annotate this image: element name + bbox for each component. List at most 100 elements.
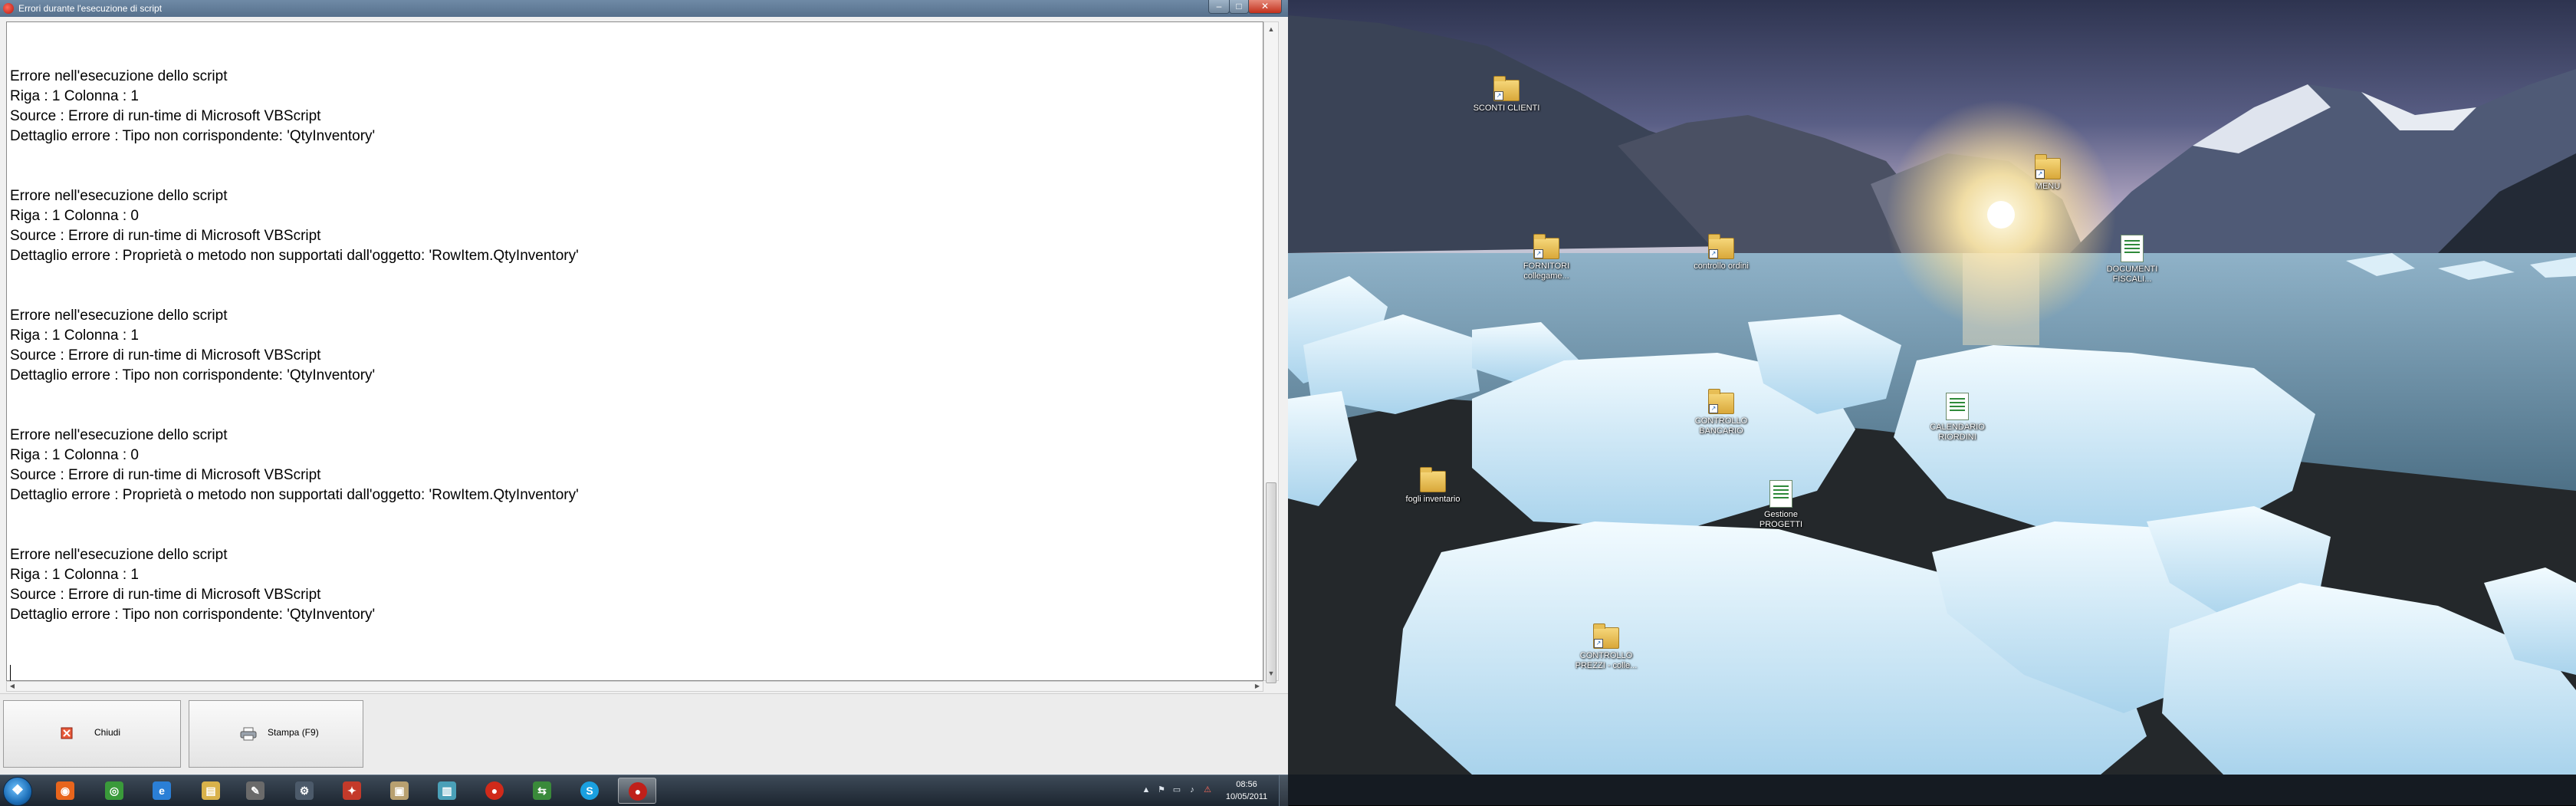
- error-entry: Errore nell'esecuzione dello script Riga…: [10, 306, 1237, 426]
- error-position: Riga : 1 Colonna : 1: [10, 567, 139, 583]
- error-heading: Errore nell'esecuzione dello script: [10, 68, 228, 84]
- settings-icon: ⚙: [295, 781, 314, 800]
- taskbar-app-10[interactable]: ●: [475, 778, 514, 804]
- maximize-button[interactable]: □: [1229, 0, 1249, 14]
- desktop[interactable]: ↗ SCONTI CLIENTI ↗ MENU ↗ FORNITORI coll…: [1288, 0, 2576, 775]
- error-source: Source : Errore di run-time di Microsoft…: [10, 587, 321, 603]
- desktop-icon-label: CONTROLLO BANCARIO: [1694, 416, 1748, 436]
- print-button[interactable]: Stampa (F9): [189, 700, 363, 768]
- horizontal-scrollbar[interactable]: ◀ ▶: [6, 681, 1263, 692]
- desktop-icon-documenti-fiscali[interactable]: DOCUMENTI FISCALI...: [2098, 235, 2167, 285]
- folder-icon: ↗: [1533, 234, 1559, 259]
- taskbar-app-tools[interactable]: ✎: [236, 778, 274, 804]
- star-icon: ✦: [343, 781, 361, 800]
- sync-icon: ⇆: [533, 781, 551, 800]
- error-heading: Errore nell'esecuzione dello script: [10, 547, 228, 563]
- scroll-left-icon[interactable]: ◀: [7, 682, 18, 691]
- printer-icon: [240, 727, 257, 741]
- error-position: Riga : 1 Colonna : 1: [10, 327, 139, 344]
- script-error-icon: ●: [629, 782, 647, 801]
- taskbar-app-chrome[interactable]: ◎: [95, 778, 133, 804]
- title-bar[interactable]: Errori durante l'esecuzione di script – …: [0, 0, 1288, 17]
- scroll-down-icon[interactable]: ▼: [1264, 666, 1278, 680]
- scroll-up-icon[interactable]: ▲: [1264, 22, 1278, 36]
- scroll-thumb[interactable]: [1266, 482, 1276, 683]
- taskbar-app-firefox[interactable]: ◉: [46, 778, 84, 804]
- window-icon: ▣: [390, 781, 409, 800]
- close-button-label: Chiudi: [94, 727, 121, 738]
- firefox-icon: ◉: [56, 781, 74, 800]
- text-caret: [10, 665, 11, 682]
- folder-icon: ↗: [1708, 234, 1734, 259]
- tray-flag-icon[interactable]: ⚑: [1156, 785, 1167, 795]
- tray-alert-icon[interactable]: ⚠: [1202, 785, 1213, 795]
- shortcut-arrow-icon: ↗: [1494, 91, 1503, 100]
- taskbar-app-skype[interactable]: S: [570, 778, 609, 804]
- desktop-icon-menu[interactable]: ↗ MENU: [2013, 154, 2082, 192]
- taskbar-app-script-errors[interactable]: ●: [618, 778, 656, 804]
- print-button-label: Stampa (F9): [268, 727, 319, 738]
- skype-icon: S: [580, 781, 599, 800]
- taskbar-app-internet-explorer[interactable]: e: [143, 778, 181, 804]
- app-icon: [3, 3, 14, 14]
- taskbar-app-9[interactable]: ▥: [428, 778, 466, 804]
- desktop-icon-controllo-ordini[interactable]: ↗ controllo ordini: [1687, 234, 1756, 271]
- close-button[interactable]: Chiudi: [3, 700, 181, 768]
- error-source: Source : Errore di run-time di Microsoft…: [10, 108, 321, 124]
- tray-volume-icon[interactable]: ♪: [1187, 785, 1198, 795]
- shortcut-arrow-icon: ↗: [1534, 249, 1543, 258]
- error-source: Source : Errore di run-time di Microsoft…: [10, 347, 321, 364]
- folder-icon: [1420, 467, 1446, 492]
- taskbar-app-8[interactable]: ▣: [380, 778, 419, 804]
- red-dot-icon: ●: [485, 781, 504, 800]
- internet-explorer-icon: e: [153, 781, 171, 800]
- desktop-icon-label: SCONTI CLIENTI: [1473, 104, 1540, 113]
- tools-icon: ✎: [246, 781, 264, 800]
- folder-icon: ↗: [1493, 76, 1520, 101]
- taskbar-app-explorer[interactable]: ▤: [192, 778, 230, 804]
- error-position: Riga : 1 Colonna : 1: [10, 88, 139, 104]
- taskbar-app-11[interactable]: ⇆: [523, 778, 561, 804]
- tray-expand-icon[interactable]: ▲: [1141, 785, 1152, 795]
- shortcut-arrow-icon: ↗: [2036, 169, 2045, 179]
- maximize-icon: □: [1236, 1, 1242, 12]
- desktop-icon-label: FORNITORI collegame...: [1523, 262, 1570, 281]
- taskbar-app-7[interactable]: ✦: [333, 778, 371, 804]
- script-error-window: Errori durante l'esecuzione di script – …: [0, 0, 1288, 775]
- desktop-icon-sconti-clienti[interactable]: ↗ SCONTI CLIENTI: [1472, 76, 1541, 113]
- spreadsheet-icon: [1946, 393, 1969, 420]
- folder-icon: ↗: [1708, 389, 1734, 414]
- spreadsheet-icon: [1769, 480, 1792, 508]
- error-entry: Errore nell'esecuzione dello script Riga…: [10, 426, 1237, 545]
- error-position: Riga : 1 Colonna : 0: [10, 447, 139, 463]
- minimize-button[interactable]: –: [1208, 0, 1230, 14]
- window-title: Errori durante l'esecuzione di script: [18, 3, 163, 14]
- windows-logo-icon: ❖: [11, 782, 25, 798]
- shortcut-arrow-icon: ↗: [1594, 639, 1603, 648]
- desktop-icon-fogli-inventario[interactable]: fogli inventario: [1398, 467, 1467, 505]
- desktop-icon-calendario[interactable]: CALENDARIO RIORDINI: [1923, 393, 1992, 442]
- folder-icon: ↗: [2035, 154, 2061, 179]
- desktop-icon-label: CONTROLLO PREZZI - colle...: [1575, 651, 1638, 670]
- error-log-textarea[interactable]: Errore nell'esecuzione dello script Riga…: [6, 21, 1263, 682]
- error-heading: Errore nell'esecuzione dello script: [10, 427, 228, 443]
- error-detail: Dettaglio errore : Proprietà o metodo no…: [10, 487, 579, 503]
- scroll-right-icon[interactable]: ▶: [1252, 682, 1263, 691]
- desktop-icon-controllo-bancario[interactable]: ↗ CONTROLLO BANCARIO: [1687, 389, 1756, 436]
- wallpaper-landscape: [1288, 15, 2576, 775]
- clock-time: 08:56: [1236, 780, 1257, 789]
- desktop-icon-gestione[interactable]: Gestione PROGETTI: [1746, 480, 1815, 530]
- desktop-icon-label: MENU: [2035, 182, 2061, 191]
- vertical-scrollbar[interactable]: ▲ ▼: [1263, 21, 1279, 683]
- error-position: Riga : 1 Colonna : 0: [10, 208, 139, 224]
- minimize-icon: –: [1216, 1, 1222, 12]
- desktop-icon-controllo-prezzi[interactable]: ↗ CONTROLLO PREZZI - colle...: [1572, 623, 1641, 671]
- taskbar-app-6[interactable]: ⚙: [285, 778, 324, 804]
- tray-network-icon[interactable]: ▭: [1171, 785, 1182, 795]
- start-button[interactable]: ❖: [3, 777, 32, 806]
- taskbar-clock[interactable]: 08:56 10/05/2011: [1217, 778, 1276, 803]
- error-detail: Dettaglio errore : Proprietà o metodo no…: [10, 248, 579, 264]
- desktop-icon-fornitori[interactable]: ↗ FORNITORI collegame...: [1512, 234, 1581, 281]
- document-icon: ▥: [438, 781, 456, 800]
- close-window-button[interactable]: ✕: [1248, 0, 1282, 14]
